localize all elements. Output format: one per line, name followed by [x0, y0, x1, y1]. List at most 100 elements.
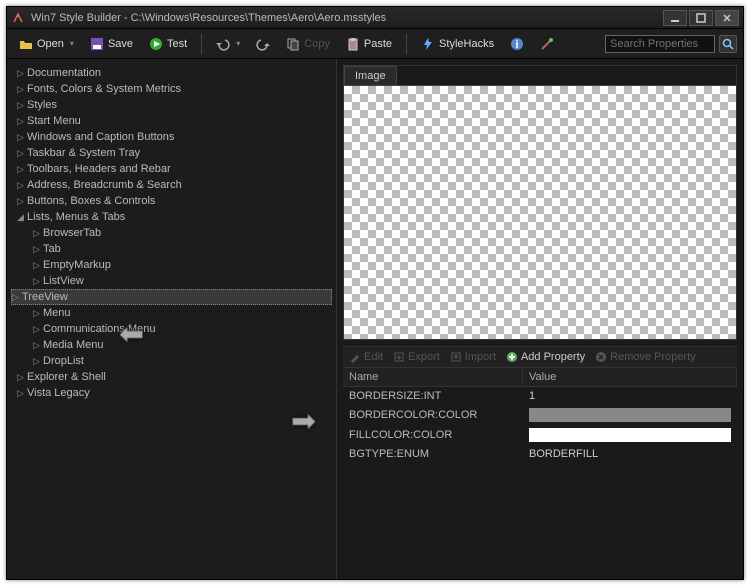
- separator: [201, 34, 202, 54]
- column-name[interactable]: Name: [343, 368, 523, 386]
- tree-item-label: Media Menu: [43, 338, 104, 352]
- right-panel: Image Edit Export Import Add Property Re…: [337, 59, 743, 579]
- image-preview: Image: [343, 65, 737, 340]
- tree-item-label: Tab: [43, 242, 61, 256]
- export-property-button[interactable]: Export: [393, 351, 440, 363]
- color-swatch[interactable]: [529, 428, 731, 442]
- property-value[interactable]: [523, 406, 737, 424]
- expand-arrow-icon[interactable]: ◢: [17, 210, 27, 224]
- expand-arrow-icon[interactable]: ▷: [17, 370, 27, 384]
- tree-item[interactable]: ▷ListView: [11, 273, 332, 289]
- table-row[interactable]: BORDERSIZE:INT1: [343, 387, 737, 405]
- tree-item-label: Vista Legacy: [27, 386, 90, 400]
- chevron-down-icon: ▾: [70, 39, 74, 48]
- expand-arrow-icon[interactable]: ▷: [17, 130, 27, 144]
- expand-arrow-icon[interactable]: ▷: [33, 306, 43, 320]
- expand-arrow-icon[interactable]: ▷: [33, 322, 43, 336]
- tree-item[interactable]: ▷Media Menu: [11, 337, 332, 353]
- export-icon: [393, 351, 405, 363]
- minimize-button[interactable]: [663, 10, 687, 26]
- image-tab[interactable]: Image: [344, 66, 397, 85]
- expand-arrow-icon[interactable]: ▷: [17, 146, 27, 160]
- color-swatch[interactable]: [529, 408, 731, 422]
- tree-item[interactable]: ◢Lists, Menus & Tabs: [11, 209, 332, 225]
- separator: [406, 34, 407, 54]
- expand-arrow-icon[interactable]: ▷: [17, 98, 27, 112]
- tree-item[interactable]: ▷TreeView: [11, 289, 332, 305]
- app-window: Win7 Style Builder - C:\Windows\Resource…: [6, 6, 744, 580]
- expand-arrow-icon[interactable]: ▷: [17, 82, 27, 96]
- expand-arrow-icon[interactable]: ▷: [12, 290, 22, 304]
- tree-item[interactable]: ▷EmptyMarkup: [11, 257, 332, 273]
- stylehacks-button[interactable]: StyleHacks: [415, 34, 500, 54]
- folder-open-icon: [19, 37, 33, 51]
- copy-button[interactable]: Copy: [280, 34, 336, 54]
- tree-panel[interactable]: ▷Documentation▷Fonts, Colors & System Me…: [7, 59, 337, 579]
- search-button[interactable]: [719, 35, 737, 53]
- test-button[interactable]: Test: [143, 34, 193, 54]
- expand-arrow-icon[interactable]: ▷: [17, 386, 27, 400]
- main-toolbar: Open ▾ Save Test ▾ Copy Paste StyleHacks…: [7, 29, 743, 59]
- tree-item[interactable]: ▷Explorer & Shell: [11, 369, 332, 385]
- property-value[interactable]: BORDERFILL: [523, 446, 737, 462]
- tree-item[interactable]: ▷DropList: [11, 353, 332, 369]
- expand-arrow-icon[interactable]: ▷: [17, 194, 27, 208]
- expand-arrow-icon[interactable]: ▷: [33, 338, 43, 352]
- tree-item[interactable]: ▷Taskbar & System Tray: [11, 145, 332, 161]
- expand-arrow-icon[interactable]: ▷: [33, 226, 43, 240]
- image-canvas[interactable]: [344, 85, 736, 339]
- expand-arrow-icon[interactable]: ▷: [17, 178, 27, 192]
- close-button[interactable]: [715, 10, 739, 26]
- tree-item-label: Communications Menu: [43, 322, 156, 336]
- import-property-button[interactable]: Import: [450, 351, 496, 363]
- tree-item[interactable]: ▷Styles: [11, 97, 332, 113]
- maximize-button[interactable]: [689, 10, 713, 26]
- info-button[interactable]: i: [504, 34, 530, 54]
- edit-property-button[interactable]: Edit: [349, 351, 383, 363]
- tree-item[interactable]: ▷Tab: [11, 241, 332, 257]
- tree-item[interactable]: ▷Windows and Caption Buttons: [11, 129, 332, 145]
- property-name: BORDERCOLOR:COLOR: [343, 407, 523, 423]
- tree-item-label: DropList: [43, 354, 84, 368]
- tree-item[interactable]: ▷BrowserTab: [11, 225, 332, 241]
- tree-item[interactable]: ▷Communications Menu: [11, 321, 332, 337]
- search-input[interactable]: [605, 35, 715, 53]
- remove-property-button[interactable]: Remove Property: [595, 351, 696, 363]
- save-button[interactable]: Save: [84, 34, 139, 54]
- tree-item[interactable]: ▷Toolbars, Headers and Rebar: [11, 161, 332, 177]
- tree-item-label: Lists, Menus & Tabs: [27, 210, 125, 224]
- search-icon: [722, 38, 734, 50]
- expand-arrow-icon[interactable]: ▷: [17, 114, 27, 128]
- add-property-button[interactable]: Add Property: [506, 351, 585, 363]
- tree-item[interactable]: ▷Fonts, Colors & System Metrics: [11, 81, 332, 97]
- expand-arrow-icon[interactable]: ▷: [17, 162, 27, 176]
- column-value[interactable]: Value: [523, 368, 737, 386]
- table-row[interactable]: BGTYPE:ENUMBORDERFILL: [343, 445, 737, 463]
- open-button[interactable]: Open ▾: [13, 34, 80, 54]
- plus-icon: [506, 351, 518, 363]
- titlebar[interactable]: Win7 Style Builder - C:\Windows\Resource…: [7, 7, 743, 29]
- expand-arrow-icon[interactable]: ▷: [33, 274, 43, 288]
- tool-button[interactable]: [534, 34, 560, 54]
- table-row[interactable]: FILLCOLOR:COLOR: [343, 425, 737, 445]
- tree-item[interactable]: ▷Menu: [11, 305, 332, 321]
- expand-arrow-icon[interactable]: ▷: [33, 354, 43, 368]
- expand-arrow-icon[interactable]: ▷: [33, 242, 43, 256]
- tree-item[interactable]: ▷Address, Breadcrumb & Search: [11, 177, 332, 193]
- tree-item[interactable]: ▷Documentation: [11, 65, 332, 81]
- property-name: BORDERSIZE:INT: [343, 388, 523, 404]
- property-value[interactable]: 1: [523, 388, 737, 404]
- undo-button[interactable]: ▾: [210, 34, 246, 54]
- paste-button[interactable]: Paste: [340, 34, 398, 54]
- redo-button[interactable]: [250, 34, 276, 54]
- tree-item-label: Styles: [27, 98, 57, 112]
- tree-item[interactable]: ▷Vista Legacy: [11, 385, 332, 401]
- expand-arrow-icon[interactable]: ▷: [17, 66, 27, 80]
- expand-arrow-icon[interactable]: ▷: [33, 258, 43, 272]
- tree-item[interactable]: ▷Start Menu: [11, 113, 332, 129]
- redo-icon: [256, 37, 270, 51]
- tree-item[interactable]: ▷Buttons, Boxes & Controls: [11, 193, 332, 209]
- property-value[interactable]: [523, 426, 737, 444]
- table-row[interactable]: BORDERCOLOR:COLOR: [343, 405, 737, 425]
- tree-item-label: ListView: [43, 274, 84, 288]
